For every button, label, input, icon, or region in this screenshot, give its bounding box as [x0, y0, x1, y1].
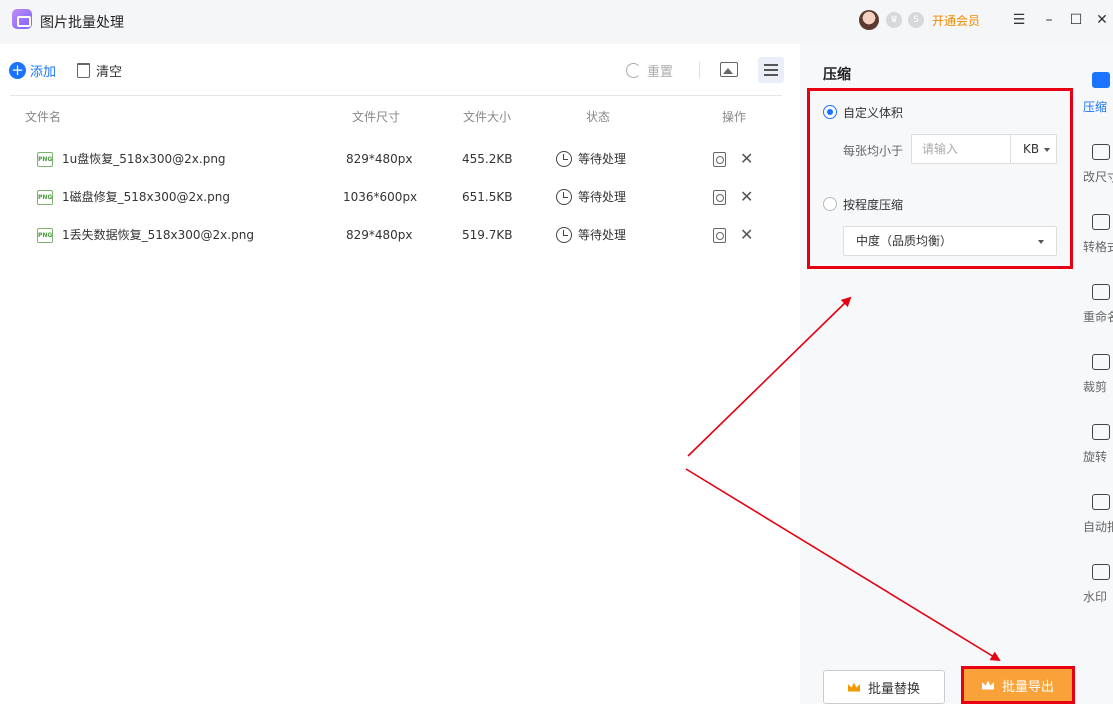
add-label: 添加	[30, 65, 57, 80]
highlight-box	[807, 88, 1073, 269]
list-view-icon[interactable]	[758, 57, 784, 83]
png-file-icon: PNG	[37, 152, 53, 167]
file-dimensions: 829*480px	[346, 228, 413, 242]
cutout-icon	[1092, 494, 1110, 510]
clear-label: 清空	[96, 65, 123, 80]
rename-icon	[1092, 284, 1110, 300]
toolbar: + 添加 清空 重置	[0, 44, 800, 96]
preview-icon[interactable]	[713, 228, 726, 243]
crown-icon	[847, 682, 860, 692]
tool-label: 旋转	[1083, 450, 1108, 464]
thumbnail-view-icon[interactable]	[720, 62, 738, 77]
menu-icon[interactable]: ☰	[1009, 10, 1029, 30]
table-row[interactable]: PNG 1u盘恢复_518x300@2x.png 829*480px 455.2…	[0, 140, 800, 178]
png-file-icon: PNG	[37, 190, 53, 205]
tool-label: 裁剪	[1083, 380, 1108, 394]
user-avatar[interactable]	[859, 10, 879, 30]
maximize-icon[interactable]: ☐	[1066, 10, 1086, 30]
col-header-status: 状态	[586, 110, 611, 124]
watermark-icon	[1092, 564, 1110, 580]
panel-title: 压缩	[823, 67, 851, 83]
crown-icon	[981, 680, 994, 690]
col-header-name: 文件名	[25, 110, 62, 124]
col-header-dimensions: 文件尺寸	[352, 110, 401, 124]
batch-export-button[interactable]: 批量导出	[961, 666, 1075, 704]
title-bar: 图片批量处理 ♛ S 开通会员 ☰ – ☐ ✕	[0, 0, 1113, 44]
clear-button[interactable]: 清空	[77, 61, 122, 80]
rotate-icon	[1092, 424, 1110, 440]
close-window-icon[interactable]: ✕	[1092, 10, 1112, 30]
app-logo-icon	[12, 9, 32, 29]
batch-export-label: 批量导出	[1001, 679, 1054, 695]
remove-file-icon[interactable]: ✕	[740, 216, 753, 254]
file-name: 1磁盘修复_518x300@2x.png	[62, 190, 230, 204]
file-dimensions: 1036*600px	[343, 190, 418, 204]
crop-icon	[1092, 354, 1110, 370]
svip-badge-icon[interactable]: S	[908, 12, 924, 28]
app-title: 图片批量处理	[40, 15, 124, 31]
tool-nav: 压缩 改尺寸 转格式 重命名 裁剪 旋转 自动抠图 水印	[1080, 44, 1113, 704]
tool-label: 改尺寸	[1083, 170, 1113, 184]
preview-icon[interactable]	[713, 152, 726, 167]
tool-label: 重命名	[1083, 310, 1113, 324]
file-size: 651.5KB	[462, 190, 513, 204]
tool-label: 自动抠图	[1083, 520, 1113, 534]
tool-label: 压缩	[1083, 100, 1108, 114]
clock-icon	[556, 227, 572, 243]
batch-replace-button[interactable]: 批量替换	[823, 670, 945, 704]
reset-button[interactable]: 重置	[626, 61, 673, 80]
file-status: 等待处理	[578, 228, 627, 242]
open-vip-link[interactable]: 开通会员	[932, 12, 980, 29]
col-header-size: 文件大小	[463, 110, 512, 124]
vip-badge-icon[interactable]: ♛	[886, 12, 902, 28]
resize-icon	[1092, 144, 1110, 160]
table-row[interactable]: PNG 1磁盘修复_518x300@2x.png 1036*600px 651.…	[0, 178, 800, 216]
clock-icon	[556, 189, 572, 205]
table-row[interactable]: PNG 1丢失数据恢复_518x300@2x.png 829*480px 519…	[0, 216, 800, 254]
trash-icon	[77, 63, 90, 78]
file-status: 等待处理	[578, 190, 627, 204]
file-dimensions: 829*480px	[346, 152, 413, 166]
plus-circle-icon: +	[9, 62, 26, 79]
convert-icon	[1092, 214, 1110, 230]
remove-file-icon[interactable]: ✕	[740, 140, 753, 178]
minimize-icon[interactable]: –	[1039, 10, 1059, 30]
file-status: 等待处理	[578, 152, 627, 166]
tool-label: 水印	[1083, 590, 1108, 604]
tool-label: 转格式	[1083, 240, 1113, 254]
remove-file-icon[interactable]: ✕	[740, 178, 753, 216]
compress-icon	[1092, 72, 1110, 88]
clock-icon	[556, 151, 572, 167]
file-name: 1丢失数据恢复_518x300@2x.png	[62, 228, 254, 242]
file-size: 455.2KB	[462, 152, 513, 166]
add-button[interactable]: + 添加	[9, 61, 56, 80]
file-size: 519.7KB	[462, 228, 513, 242]
col-header-actions: 操作	[722, 110, 747, 124]
preview-icon[interactable]	[713, 190, 726, 205]
file-name: 1u盘恢复_518x300@2x.png	[62, 152, 226, 166]
reset-label: 重置	[647, 65, 674, 80]
refresh-icon	[626, 63, 641, 78]
png-file-icon: PNG	[37, 228, 53, 243]
toolbar-divider	[699, 62, 700, 78]
batch-replace-label: 批量替换	[867, 681, 920, 697]
header-divider	[10, 95, 782, 96]
